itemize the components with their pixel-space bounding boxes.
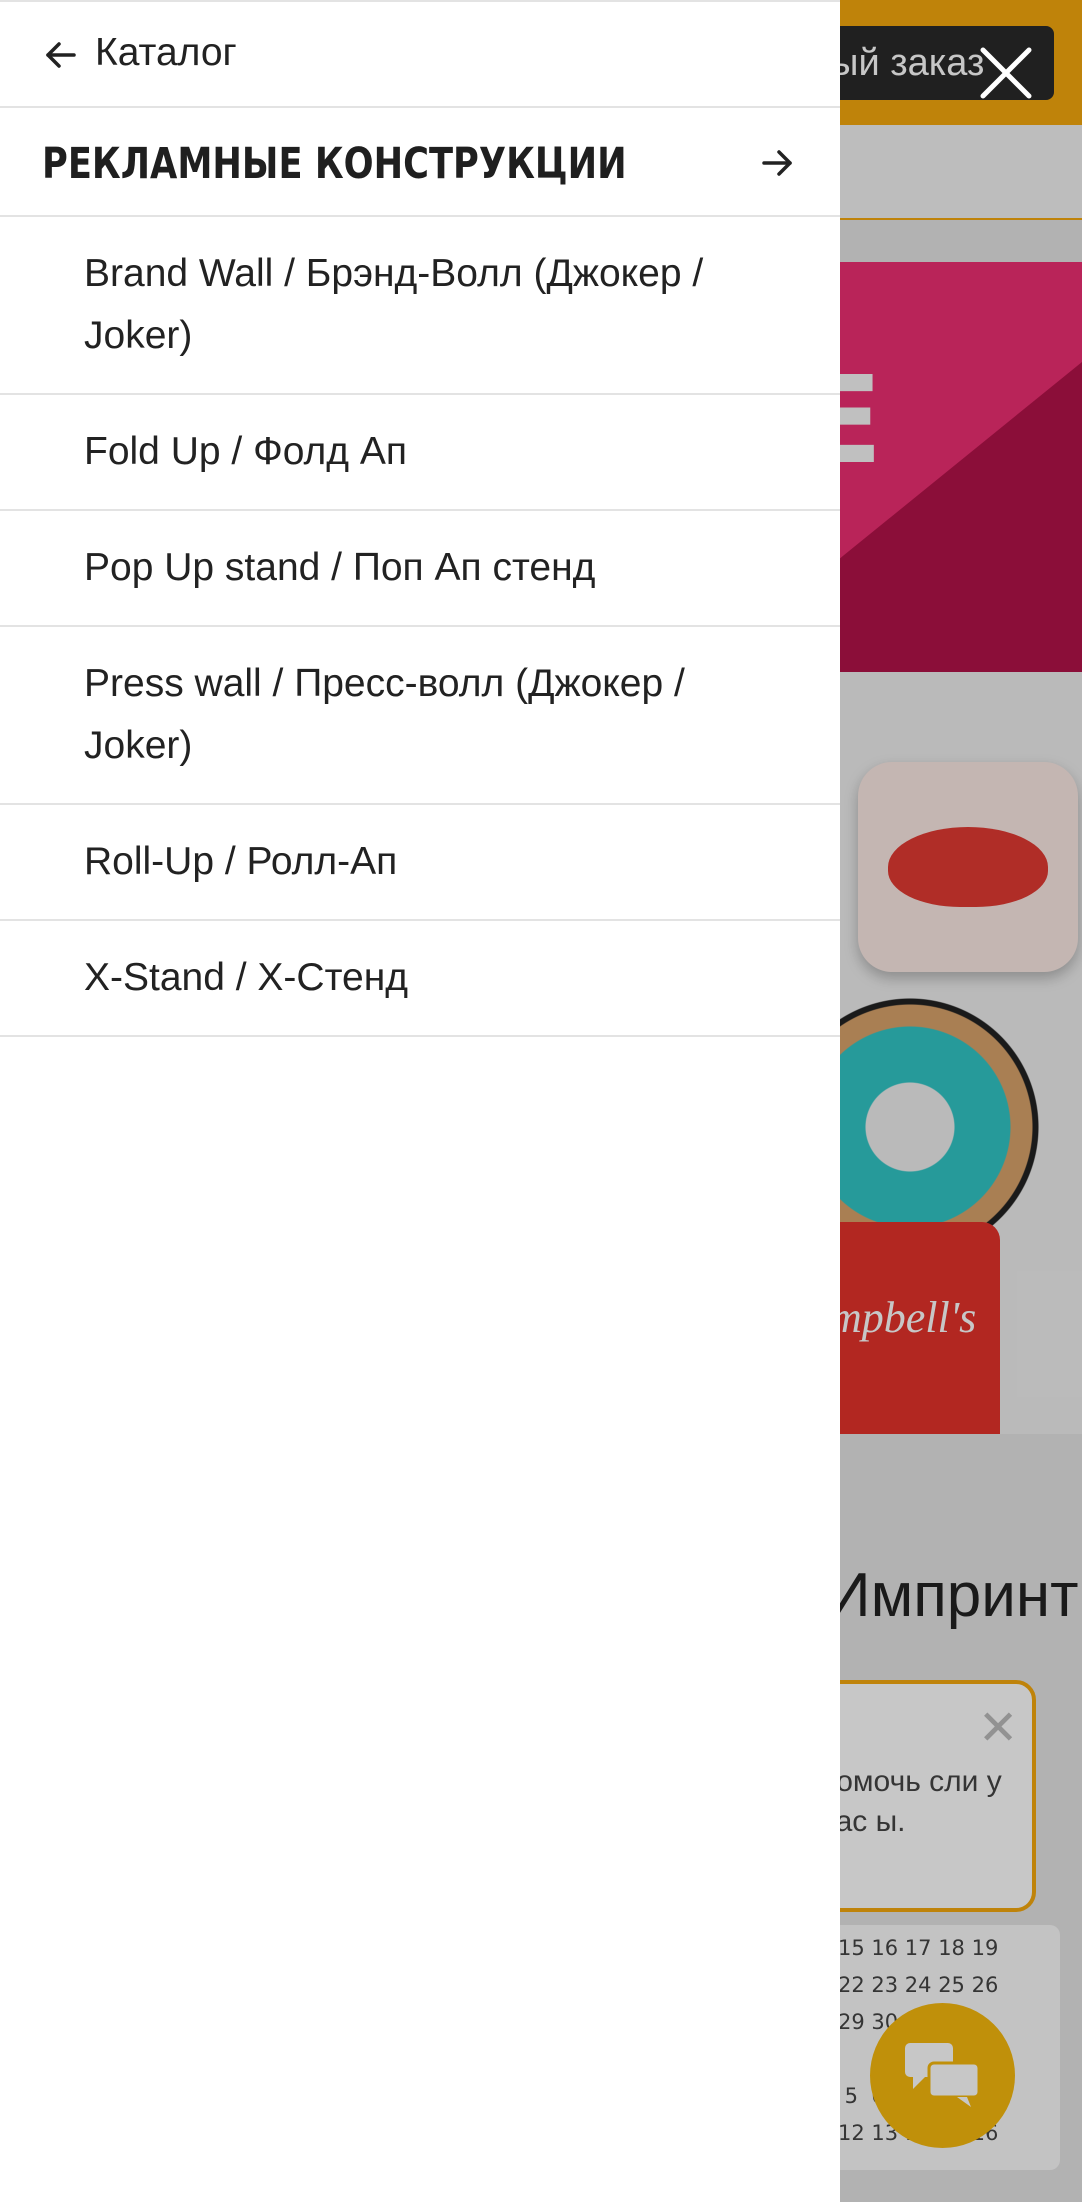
arrow-left-icon	[46, 42, 76, 68]
subcategory-list: Brand Wall / Брэнд-Волл (Джокер / Joker)…	[0, 217, 840, 1037]
subcategory-item-x-stand[interactable]: X-Stand / X-Стенд	[0, 921, 840, 1037]
category-title: РЕКЛАМНЫЕ КОНСТРУКЦИИ	[42, 139, 627, 189]
subcategory-item-brand-wall[interactable]: Brand Wall / Брэнд-Волл (Джокер / Joker)	[0, 217, 840, 395]
subcategory-item-pop-up-stand[interactable]: Pop Up stand / Поп Ап стенд	[0, 511, 840, 627]
subcategory-item-press-wall[interactable]: Press wall / Пресс-волл (Джокер / Joker)	[0, 627, 840, 805]
category-header[interactable]: РЕКЛАМНЫЕ КОНСТРУКЦИИ	[0, 108, 840, 217]
close-icon[interactable]	[975, 42, 1037, 104]
arrow-right-icon	[762, 150, 792, 176]
catalog-drawer: Каталог РЕКЛАМНЫЕ КОНСТРУКЦИИ Brand Wall…	[0, 0, 840, 2202]
back-label: Каталог	[95, 31, 237, 74]
subcategory-item-roll-up[interactable]: Roll-Up / Ролл-Ап	[0, 805, 840, 921]
back-to-catalog-button[interactable]: Каталог	[0, 0, 840, 108]
subcategory-item-fold-up[interactable]: Fold Up / Фолд Ап	[0, 395, 840, 511]
